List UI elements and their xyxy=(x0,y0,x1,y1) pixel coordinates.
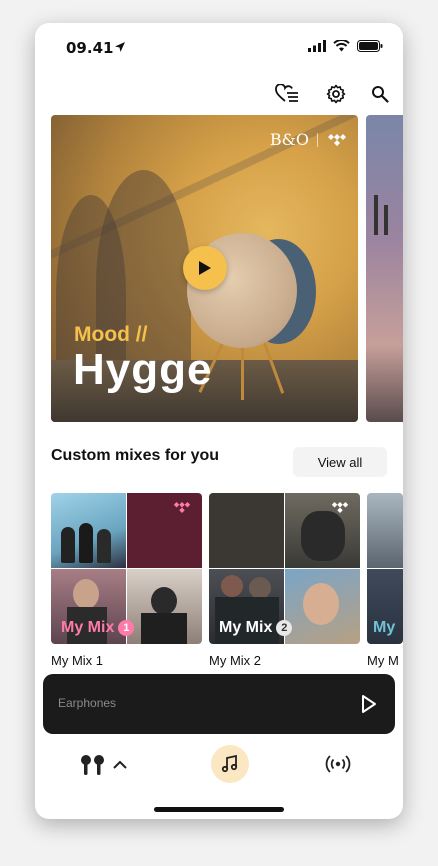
wifi-icon xyxy=(333,40,350,52)
chevron-up-icon xyxy=(113,760,127,769)
favorites-icon[interactable] xyxy=(273,80,301,108)
mix-card-1[interactable]: My Mix 1 xyxy=(51,493,202,644)
top-toolbar xyxy=(35,76,403,112)
tidal-logo-icon xyxy=(328,134,346,146)
hero-eyebrow: Mood // xyxy=(74,323,148,346)
status-time: 09.41 xyxy=(66,39,114,57)
mix-card-3-peek[interactable]: My xyxy=(367,493,403,644)
battery-icon xyxy=(357,40,383,52)
home-indicator[interactable] xyxy=(154,807,284,812)
hero-logos: B&O xyxy=(269,130,348,149)
bottom-tab-bar xyxy=(35,741,403,791)
signal-icon xyxy=(308,40,326,52)
location-arrow-icon xyxy=(115,42,125,52)
mix-overlay-label: My Mix 1 xyxy=(61,619,135,637)
mix-title[interactable]: My Mix 2 xyxy=(209,653,261,668)
music-note-icon xyxy=(221,755,238,773)
status-bar: 09.41 xyxy=(35,23,403,73)
hero-play-button[interactable] xyxy=(183,246,227,290)
earphones-icon xyxy=(81,755,104,775)
mix-title[interactable]: My M xyxy=(367,653,399,668)
phone-screen: 09.41 B&O Mood // Hygge Custom mixes for… xyxy=(35,23,403,819)
mix-overlay-label: My Mix 2 xyxy=(219,619,293,637)
hero-playlist-card[interactable]: B&O Mood // Hygge xyxy=(51,115,358,422)
broadcast-icon xyxy=(325,755,351,773)
mix-overlay-label: My xyxy=(373,619,396,636)
tab-broadcast[interactable] xyxy=(321,749,355,779)
section-heading: Custom mixes for you xyxy=(51,447,220,464)
mini-player[interactable]: Earphones xyxy=(43,674,395,734)
bo-logo: B&O xyxy=(269,130,309,149)
mix-card-2[interactable]: My Mix 2 xyxy=(209,493,360,644)
tidal-logo-icon xyxy=(331,502,349,513)
settings-gear-icon[interactable] xyxy=(322,80,350,108)
view-all-button[interactable]: View all xyxy=(293,447,387,477)
tidal-logo-icon xyxy=(173,502,191,513)
player-device-name: Earphones xyxy=(58,696,117,710)
next-hero-card-peek[interactable] xyxy=(366,115,403,422)
mix-title[interactable]: My Mix 1 xyxy=(51,653,103,668)
player-play-icon[interactable] xyxy=(361,694,377,714)
mix-number-badge: 2 xyxy=(276,620,293,636)
hero-title: Hygge xyxy=(73,345,213,394)
tab-music[interactable] xyxy=(211,745,249,783)
mix-number-badge: 1 xyxy=(118,620,135,636)
status-icons xyxy=(308,40,383,52)
search-icon[interactable] xyxy=(366,80,394,108)
tab-earphones[interactable] xyxy=(73,751,133,779)
play-icon xyxy=(199,261,211,275)
